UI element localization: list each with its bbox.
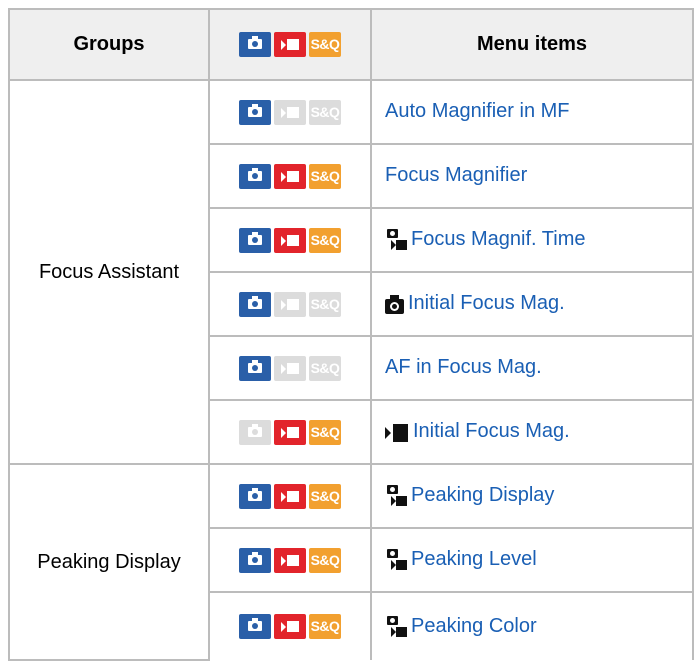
group-name: Peaking Display bbox=[8, 463, 210, 661]
menu-item-link[interactable]: Focus Magnif. Time bbox=[411, 229, 586, 251]
header-row: Groups S&Q Menu items bbox=[8, 8, 694, 81]
menu-item-cell: Peaking Color bbox=[370, 591, 694, 660]
movie-mode-icon bbox=[274, 163, 306, 189]
mode-availability: S&Q bbox=[208, 591, 372, 660]
mode-availability: S&Q bbox=[208, 79, 372, 145]
movie-mode-disabled-icon bbox=[274, 291, 306, 317]
movie-mode-icon bbox=[274, 32, 306, 57]
movie-mode-icon bbox=[274, 483, 306, 509]
sq-mode-disabled-icon: S&Q bbox=[309, 355, 341, 381]
photo-mode-icon bbox=[239, 32, 271, 57]
photo-mode-icon bbox=[239, 291, 271, 317]
mode-availability: S&Q bbox=[208, 527, 372, 593]
table-row: Focus Assistant S&Q Auto Magnifier in MF bbox=[8, 79, 694, 465]
modes-header: S&Q bbox=[208, 8, 372, 81]
menu-item-cell: Peaking Level bbox=[370, 527, 694, 593]
photo-mode-icon bbox=[239, 547, 271, 573]
mode-availability: S&Q bbox=[208, 143, 372, 209]
sq-mode-disabled-icon: S&Q bbox=[309, 291, 341, 317]
menu-item-link[interactable]: Auto Magnifier in MF bbox=[385, 101, 570, 123]
photo-mode-icon bbox=[239, 163, 271, 189]
menu-item-link[interactable]: Peaking Display bbox=[411, 485, 554, 507]
mode-availability: S&Q bbox=[208, 399, 372, 465]
photo-movie-icon bbox=[385, 549, 407, 571]
sq-mode-icon: S&Q bbox=[309, 227, 341, 253]
menu-item-cell: AF in Focus Mag. bbox=[370, 335, 694, 401]
photo-mode-disabled-icon bbox=[239, 419, 271, 445]
movie-mode-disabled-icon bbox=[274, 355, 306, 381]
photo-mode-icon bbox=[239, 614, 271, 639]
photo-movie-icon bbox=[385, 485, 407, 507]
sq-mode-disabled-icon: S&Q bbox=[309, 99, 341, 125]
sq-mode-icon: S&Q bbox=[309, 614, 341, 639]
menu-item-link[interactable]: Initial Focus Mag. bbox=[413, 421, 570, 443]
photo-movie-icon bbox=[385, 229, 407, 251]
movie-mode-disabled-icon bbox=[274, 99, 306, 125]
photo-mode-icon bbox=[239, 355, 271, 381]
sq-mode-icon: S&Q bbox=[309, 163, 341, 189]
menu-items-header: Menu items bbox=[370, 8, 694, 81]
menu-item-cell: Initial Focus Mag. bbox=[370, 399, 694, 465]
menu-table: Groups S&Q Menu items Focus Assistant S&Q… bbox=[8, 8, 694, 661]
sq-mode-icon: S&Q bbox=[309, 419, 341, 445]
movie-mode-icon bbox=[274, 547, 306, 573]
sq-mode-icon: S&Q bbox=[309, 483, 341, 509]
mode-availability: S&Q bbox=[208, 463, 372, 529]
mode-availability: S&Q bbox=[208, 335, 372, 401]
menu-item-cell: Auto Magnifier in MF bbox=[370, 79, 694, 145]
sq-mode-icon: S&Q bbox=[309, 547, 341, 573]
movie-mode-icon bbox=[274, 227, 306, 253]
menu-item-link[interactable]: AF in Focus Mag. bbox=[385, 357, 542, 379]
sq-mode-icon: S&Q bbox=[309, 32, 341, 57]
menu-item-cell: Focus Magnifier bbox=[370, 143, 694, 209]
photo-mode-icon bbox=[239, 483, 271, 509]
menu-item-link[interactable]: Peaking Color bbox=[411, 615, 537, 637]
movie-mode-icon bbox=[274, 419, 306, 445]
mode-availability: S&Q bbox=[208, 207, 372, 273]
menu-item-link[interactable]: Peaking Level bbox=[411, 549, 537, 571]
menu-item-cell: Focus Magnif. Time bbox=[370, 207, 694, 273]
mode-availability: S&Q bbox=[208, 271, 372, 337]
photo-mode-icon bbox=[239, 227, 271, 253]
movie-mode-icon bbox=[274, 614, 306, 639]
menu-item-cell: Initial Focus Mag. bbox=[370, 271, 694, 337]
table-row: Peaking Display S&Q Peaking Display bbox=[8, 463, 694, 661]
groups-header: Groups bbox=[8, 8, 210, 81]
photo-icon bbox=[385, 294, 404, 314]
group-name: Focus Assistant bbox=[8, 79, 210, 465]
photo-movie-icon bbox=[385, 615, 407, 638]
movie-icon bbox=[385, 423, 409, 442]
menu-item-cell: Peaking Display bbox=[370, 463, 694, 529]
photo-mode-icon bbox=[239, 99, 271, 125]
menu-item-link[interactable]: Focus Magnifier bbox=[385, 165, 527, 187]
menu-item-link[interactable]: Initial Focus Mag. bbox=[408, 293, 565, 315]
